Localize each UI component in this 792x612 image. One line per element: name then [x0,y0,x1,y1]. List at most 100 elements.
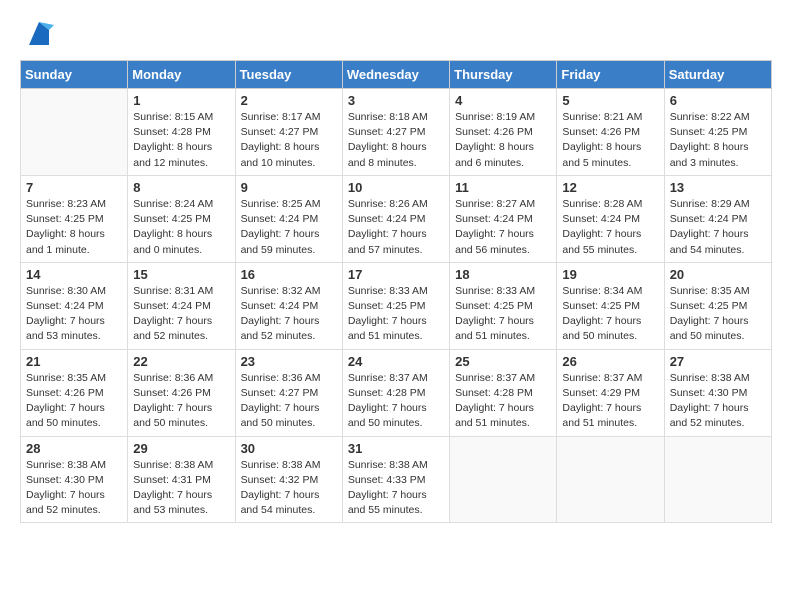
day-number: 31 [348,441,444,456]
day-info: Sunrise: 8:34 AM Sunset: 4:25 PM Dayligh… [562,284,658,345]
day-number: 26 [562,354,658,369]
calendar-table: SundayMondayTuesdayWednesdayThursdayFrid… [20,60,772,523]
calendar-cell: 27Sunrise: 8:38 AM Sunset: 4:30 PM Dayli… [664,349,771,436]
calendar-cell: 6 Sunrise: 8:22 AM Sunset: 4:25 PM Daylig… [664,89,771,176]
day-info: Sunrise: 8:37 AM Sunset: 4:29 PM Dayligh… [562,371,658,432]
week-row-1: 7Sunrise: 8:23 AM Sunset: 4:25 PM Daylig… [21,175,772,262]
calendar-cell: 7Sunrise: 8:23 AM Sunset: 4:25 PM Daylig… [21,175,128,262]
calendar-cell [664,436,771,523]
header-day-thursday: Thursday [450,61,557,89]
day-number: 8 [133,180,229,195]
day-info: Sunrise: 8:38 AM Sunset: 4:31 PM Dayligh… [133,458,229,519]
header-day-sunday: Sunday [21,61,128,89]
day-info: Sunrise: 8:15 AM Sunset: 4:28 PM Dayligh… [133,110,229,171]
calendar-cell: 10 Sunrise: 8:26 AM Sunset: 4:24 PM Dayli… [342,175,449,262]
day-number: 11 [455,180,551,195]
day-info: Sunrise: 8:31 AM Sunset: 4:24 PM Dayligh… [133,284,229,345]
calendar-cell: 30Sunrise: 8:38 AM Sunset: 4:32 PM Dayli… [235,436,342,523]
day-info: Sunrise: 8:35 AM Sunset: 4:26 PM Dayligh… [26,371,122,432]
day-number: 16 [241,267,337,282]
week-row-2: 14 Sunrise: 8:30 AM Sunset: 4:24 PM Dayli… [21,262,772,349]
day-info: Sunrise: 8:38 AM Sunset: 4:33 PM Dayligh… [348,458,444,519]
calendar-cell: 12Sunrise: 8:28 AM Sunset: 4:24 PM Dayli… [557,175,664,262]
calendar-cell [21,89,128,176]
day-number: 21 [26,354,122,369]
day-info: Sunrise: 8:29 AM Sunset: 4:24 PM Dayligh… [670,197,766,258]
logo-icon [24,20,54,50]
day-info: Sunrise: 8:21 AM Sunset: 4:26 PM Dayligh… [562,110,658,171]
day-number: 27 [670,354,766,369]
calendar-cell: 18Sunrise: 8:33 AM Sunset: 4:25 PM Dayli… [450,262,557,349]
header-day-monday: Monday [128,61,235,89]
page-header [20,20,772,50]
day-info: Sunrise: 8:32 AM Sunset: 4:24 PM Dayligh… [241,284,337,345]
day-number: 13 [670,180,766,195]
day-info: Sunrise: 8:24 AM Sunset: 4:25 PM Dayligh… [133,197,229,258]
calendar-cell: 20 Sunrise: 8:35 AM Sunset: 4:25 PM Dayli… [664,262,771,349]
week-row-0: 1Sunrise: 8:15 AM Sunset: 4:28 PM Daylig… [21,89,772,176]
day-number: 20 [670,267,766,282]
day-info: Sunrise: 8:36 AM Sunset: 4:26 PM Dayligh… [133,371,229,432]
day-number: 23 [241,354,337,369]
header-day-friday: Friday [557,61,664,89]
calendar-body: 1Sunrise: 8:15 AM Sunset: 4:28 PM Daylig… [21,89,772,523]
day-number: 30 [241,441,337,456]
calendar-cell: 5 Sunrise: 8:21 AM Sunset: 4:26 PM Daylig… [557,89,664,176]
day-number: 7 [26,180,122,195]
calendar-cell: 19 Sunrise: 8:34 AM Sunset: 4:25 PM Dayli… [557,262,664,349]
day-info: Sunrise: 8:38 AM Sunset: 4:30 PM Dayligh… [26,458,122,519]
day-number: 3 [348,93,444,108]
calendar-cell: 26 Sunrise: 8:37 AM Sunset: 4:29 PM Dayli… [557,349,664,436]
calendar-cell: 1Sunrise: 8:15 AM Sunset: 4:28 PM Daylig… [128,89,235,176]
day-number: 6 [670,93,766,108]
day-number: 5 [562,93,658,108]
header-row: SundayMondayTuesdayWednesdayThursdayFrid… [21,61,772,89]
day-number: 25 [455,354,551,369]
day-number: 29 [133,441,229,456]
day-info: Sunrise: 8:25 AM Sunset: 4:24 PM Dayligh… [241,197,337,258]
day-number: 24 [348,354,444,369]
day-info: Sunrise: 8:17 AM Sunset: 4:27 PM Dayligh… [241,110,337,171]
week-row-4: 28Sunrise: 8:38 AM Sunset: 4:30 PM Dayli… [21,436,772,523]
header-day-saturday: Saturday [664,61,771,89]
calendar-cell: 31 Sunrise: 8:38 AM Sunset: 4:33 PM Dayli… [342,436,449,523]
logo [20,20,54,50]
day-info: Sunrise: 8:37 AM Sunset: 4:28 PM Dayligh… [348,371,444,432]
day-info: Sunrise: 8:22 AM Sunset: 4:25 PM Dayligh… [670,110,766,171]
calendar-cell: 17 Sunrise: 8:33 AM Sunset: 4:25 PM Dayli… [342,262,449,349]
calendar-cell: 24 Sunrise: 8:37 AM Sunset: 4:28 PM Dayli… [342,349,449,436]
calendar-cell: 23 Sunrise: 8:36 AM Sunset: 4:27 PM Dayli… [235,349,342,436]
header-day-wednesday: Wednesday [342,61,449,89]
calendar-header: SundayMondayTuesdayWednesdayThursdayFrid… [21,61,772,89]
calendar-cell: 15 Sunrise: 8:31 AM Sunset: 4:24 PM Dayli… [128,262,235,349]
day-number: 22 [133,354,229,369]
day-info: Sunrise: 8:35 AM Sunset: 4:25 PM Dayligh… [670,284,766,345]
calendar-cell: 3Sunrise: 8:18 AM Sunset: 4:27 PM Daylig… [342,89,449,176]
day-info: Sunrise: 8:26 AM Sunset: 4:24 PM Dayligh… [348,197,444,258]
calendar-cell [450,436,557,523]
day-info: Sunrise: 8:37 AM Sunset: 4:28 PM Dayligh… [455,371,551,432]
calendar-cell: 29 Sunrise: 8:38 AM Sunset: 4:31 PM Dayli… [128,436,235,523]
calendar-cell: 22 Sunrise: 8:36 AM Sunset: 4:26 PM Dayli… [128,349,235,436]
day-info: Sunrise: 8:33 AM Sunset: 4:25 PM Dayligh… [348,284,444,345]
calendar-cell: 25 Sunrise: 8:37 AM Sunset: 4:28 PM Dayli… [450,349,557,436]
header-day-tuesday: Tuesday [235,61,342,89]
calendar-cell: 9 Sunrise: 8:25 AM Sunset: 4:24 PM Daylig… [235,175,342,262]
day-number: 15 [133,267,229,282]
day-number: 9 [241,180,337,195]
calendar-cell: 14 Sunrise: 8:30 AM Sunset: 4:24 PM Dayli… [21,262,128,349]
calendar-cell: 13 Sunrise: 8:29 AM Sunset: 4:24 PM Dayli… [664,175,771,262]
day-number: 18 [455,267,551,282]
day-info: Sunrise: 8:19 AM Sunset: 4:26 PM Dayligh… [455,110,551,171]
day-number: 2 [241,93,337,108]
calendar-cell: 21 Sunrise: 8:35 AM Sunset: 4:26 PM Dayli… [21,349,128,436]
day-info: Sunrise: 8:30 AM Sunset: 4:24 PM Dayligh… [26,284,122,345]
day-number: 17 [348,267,444,282]
day-number: 14 [26,267,122,282]
day-number: 4 [455,93,551,108]
day-info: Sunrise: 8:27 AM Sunset: 4:24 PM Dayligh… [455,197,551,258]
day-info: Sunrise: 8:36 AM Sunset: 4:27 PM Dayligh… [241,371,337,432]
day-number: 10 [348,180,444,195]
calendar-cell: 8 Sunrise: 8:24 AM Sunset: 4:25 PM Daylig… [128,175,235,262]
day-number: 19 [562,267,658,282]
